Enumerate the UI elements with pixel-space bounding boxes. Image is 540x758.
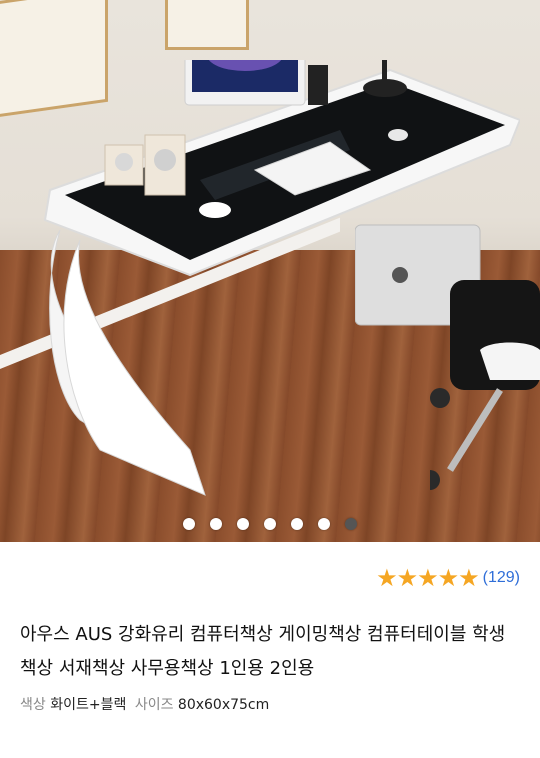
pagination-dot[interactable] (182, 518, 195, 530)
pagination-dot[interactable] (236, 518, 249, 530)
review-count[interactable]: (129) (483, 569, 520, 587)
product-title: 아우스 AUS 강화유리 컴퓨터책상 게이밍책상 컴퓨터테이블 학생책상 서재책… (20, 624, 506, 679)
star-rating-icon: ★★★★★ (376, 564, 480, 592)
product-image[interactable] (0, 0, 540, 542)
size-option-label: 사이즈 (134, 697, 174, 713)
gallery-pagination (0, 515, 540, 534)
office-chair (430, 280, 540, 490)
desk-leg (49, 229, 206, 496)
color-option-label: 색상 (20, 697, 46, 713)
size-option-value: 80x60x75cm (177, 697, 270, 713)
product-info: ★★★★★ (129) 아우스 AUS 강화유리 컴퓨터책상 게이밍책상 컴퓨터… (0, 560, 540, 714)
pagination-dot[interactable] (264, 518, 276, 530)
pagination-dot[interactable] (318, 518, 331, 530)
wall-frame-middle (165, 0, 249, 50)
pagination-dot[interactable] (291, 518, 304, 530)
product-options: 색상 화이트+블랙 사이즈 80x60x75cm (20, 694, 520, 714)
pagination-dot[interactable] (209, 518, 222, 530)
rating-row[interactable]: ★★★★★ (129) (20, 560, 520, 596)
color-option-value: 화이트+블랙 (50, 697, 127, 713)
pagination-dot-active[interactable] (345, 518, 358, 530)
